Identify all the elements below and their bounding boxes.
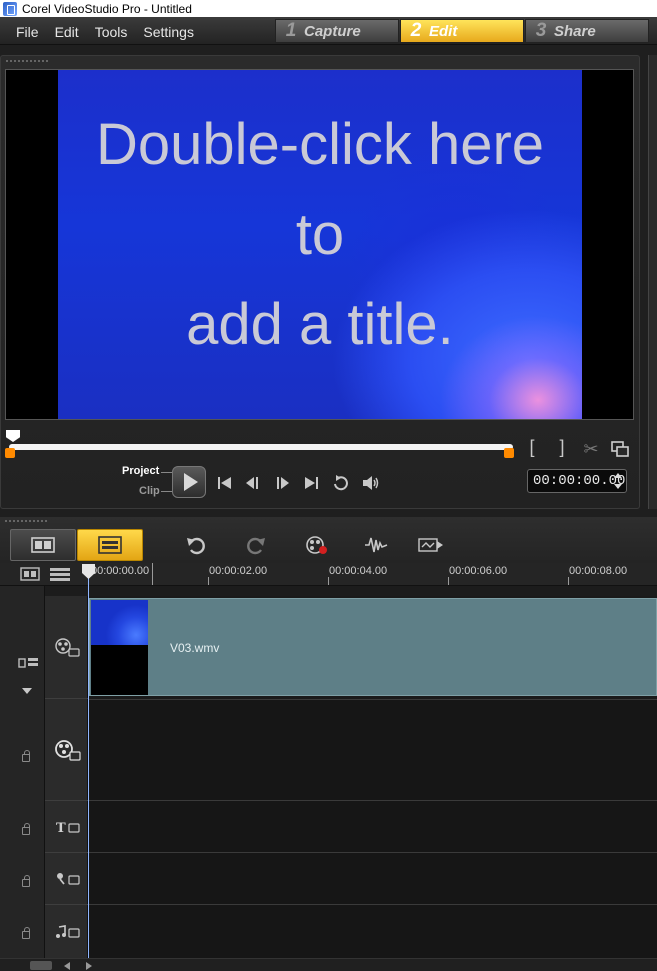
voice-track[interactable]	[89, 853, 657, 905]
lock-icon[interactable]	[22, 823, 30, 835]
home-icon[interactable]	[213, 472, 237, 494]
lock-icon[interactable]	[22, 750, 30, 762]
volume-icon[interactable]	[359, 472, 383, 494]
step-label: Edit	[429, 22, 458, 40]
title-track-header[interactable]: T	[45, 801, 88, 853]
music-track-icon	[55, 924, 80, 938]
clip-name: V03.wmv	[170, 641, 220, 655]
panel-grip[interactable]	[4, 519, 48, 523]
auto-music-icon[interactable]	[418, 533, 444, 557]
chapter-list-icon[interactable]	[49, 567, 71, 586]
step-number: 3	[535, 20, 547, 41]
preview-window[interactable]: Double-click here to add a title.	[5, 69, 634, 420]
enlarge-preview-icon[interactable]	[609, 439, 631, 459]
overlay-track[interactable]	[89, 700, 657, 801]
split-clip-icon[interactable]: ✂	[581, 439, 601, 459]
trim-end-marker[interactable]	[504, 448, 514, 458]
window-title: Corel VideoStudio Pro - Untitled	[22, 1, 192, 16]
svg-text:T: T	[56, 821, 66, 835]
scrubber-handle[interactable]	[6, 430, 20, 442]
step-share[interactable]: 3 Share	[525, 19, 649, 43]
record-capture-icon[interactable]	[304, 533, 330, 557]
music-track-header[interactable]	[45, 905, 88, 958]
track-manager-icon[interactable]	[20, 567, 40, 586]
timeline-toolbar	[0, 517, 657, 563]
ruler-label: 00:00:02.00	[209, 565, 268, 577]
track-control-column: +/−	[0, 586, 57, 971]
menu-edit[interactable]: Edit	[47, 17, 87, 45]
ripple-dropdown-icon[interactable]	[22, 688, 32, 694]
menu-settings[interactable]: Settings	[135, 17, 202, 45]
ruler-subbar	[45, 586, 657, 596]
workflow-steps: 1 Capture 2 Edit 3 Share	[275, 19, 650, 43]
step-label: Capture	[304, 22, 361, 40]
zoom-dropdown-icon[interactable]	[30, 961, 52, 970]
title-track-icon: T	[56, 821, 80, 835]
step-label: Share	[554, 22, 596, 40]
repeat-icon[interactable]	[329, 472, 353, 494]
mark-in-button[interactable]: [	[525, 437, 539, 457]
title-bar: Corel VideoStudio Pro - Untitled	[0, 0, 657, 17]
timecode-value: 00:00:00.00	[533, 473, 626, 489]
scrubber-bar[interactable]	[9, 444, 513, 450]
ruler-tick	[328, 577, 329, 585]
voice-track-icon	[56, 872, 80, 885]
step-number: 2	[410, 20, 422, 41]
overlay-track-icon	[54, 740, 81, 761]
trim-start-marker[interactable]	[5, 448, 15, 458]
menu-bar: File Edit Tools Settings 1 Capture 2 Edi…	[0, 17, 657, 45]
previous-frame-icon[interactable]	[241, 472, 265, 494]
redo-icon[interactable]	[243, 533, 269, 557]
timecode-field[interactable]: 00:00:00.00	[527, 469, 627, 493]
sound-mixer-icon[interactable]	[363, 533, 389, 557]
play-button[interactable]	[172, 466, 206, 498]
scroll-left-icon[interactable]	[64, 962, 70, 970]
preview-panel: Double-click here to add a title. [ ] ✂ …	[0, 55, 640, 509]
ruler-tick	[152, 563, 153, 585]
menu-tools[interactable]: Tools	[87, 17, 136, 45]
voice-track-header[interactable]	[45, 853, 88, 905]
next-frame-icon[interactable]	[270, 472, 294, 494]
ruler-tick	[568, 577, 569, 585]
video-track-icon	[54, 638, 80, 657]
panel-grip[interactable]	[5, 59, 49, 63]
step-number: 1	[285, 20, 297, 41]
undo-icon[interactable]	[183, 533, 209, 557]
scroll-right-icon[interactable]	[86, 962, 92, 970]
preview-frame[interactable]: Double-click here to add a title.	[58, 70, 582, 419]
mark-out-button[interactable]: ]	[555, 437, 569, 457]
app-window: Corel VideoStudio Pro - Untitled File Ed…	[0, 0, 657, 971]
storyboard-view-button[interactable]	[10, 529, 76, 561]
lock-icon[interactable]	[22, 927, 30, 939]
timeline-scrollbar[interactable]	[0, 958, 657, 971]
timeline-ruler[interactable]: 00:00:00.00 00:00:02.00 00:00:04.00 00:0…	[0, 563, 657, 586]
ruler-label: 00:00:04.00	[329, 565, 388, 577]
step-capture[interactable]: 1 Capture	[275, 19, 399, 43]
title-track[interactable]	[89, 801, 657, 853]
video-track-header[interactable]	[45, 596, 88, 699]
overlay-track-header[interactable]	[45, 700, 88, 801]
ruler-start-label: 00:00:00.00	[91, 565, 150, 577]
mode-clip-label[interactable]: Clip	[139, 485, 160, 497]
ruler-tick	[448, 577, 449, 585]
library-panel-edge	[648, 55, 657, 509]
end-icon[interactable]	[299, 472, 323, 494]
timecode-spinner-icon[interactable]	[614, 473, 623, 489]
video-clip[interactable]: V03.wmv	[89, 598, 657, 696]
step-edit[interactable]: 2 Edit	[400, 19, 524, 43]
mode-project-label[interactable]: Project	[122, 465, 159, 477]
music-track[interactable]	[89, 905, 657, 958]
ruler-label: 00:00:08.00	[569, 565, 628, 577]
playhead-line	[88, 578, 89, 958]
lock-icon[interactable]	[22, 875, 30, 887]
timeline-view-button[interactable]	[77, 529, 143, 561]
menu-file[interactable]: File	[0, 17, 47, 45]
app-icon	[3, 1, 17, 16]
ripple-editing-icon[interactable]	[18, 656, 40, 675]
ruler-label: 00:00:06.00	[449, 565, 508, 577]
title-placeholder-text[interactable]: Double-click here to add a title.	[58, 100, 582, 370]
ruler-tick	[208, 577, 209, 585]
clip-thumbnail	[91, 600, 148, 695]
